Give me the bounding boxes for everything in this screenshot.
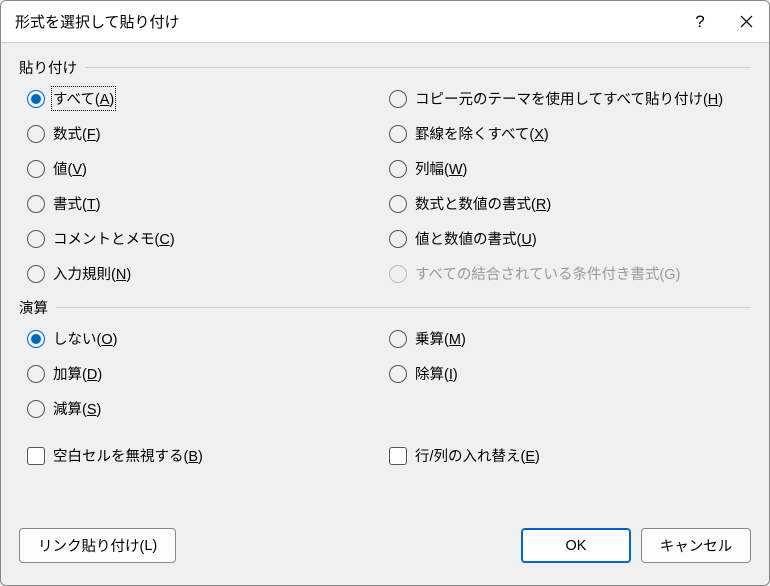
checkbox-icon xyxy=(27,447,45,465)
radio-label: 数式と数値の書式(R) xyxy=(415,193,551,214)
operation-options: しない(O) 加算(D) 減算(S) 乗算(M) 除算(I) xyxy=(19,321,751,426)
checkbox-section: 空白セルを無視する(B) 行/列の入れ替え(E) xyxy=(19,438,751,473)
operation-radio-right-0[interactable]: 乗算(M) xyxy=(389,321,751,356)
radio-label: 除算(I) xyxy=(415,363,458,384)
radio-icon xyxy=(27,230,45,248)
operation-radio-left-0[interactable]: しない(O) xyxy=(27,321,389,356)
radio-icon xyxy=(389,365,407,383)
paste-radio-right-0[interactable]: コピー元のテーマを使用してすべて貼り付け(H) xyxy=(389,81,751,116)
checkbox-label: 行/列の入れ替え(E) xyxy=(415,445,540,466)
radio-icon xyxy=(27,125,45,143)
cancel-button[interactable]: キャンセル xyxy=(641,528,751,563)
spacer xyxy=(19,473,751,524)
paste-radio-right-2[interactable]: 列幅(W) xyxy=(389,151,751,186)
radio-label: 乗算(M) xyxy=(415,328,466,349)
radio-icon xyxy=(27,400,45,418)
help-button[interactable]: ? xyxy=(677,1,723,43)
operation-group: 演算 しない(O) 加算(D) 減算(S) 乗算(M) 除算(I) xyxy=(19,297,751,426)
radio-label: 減算(S) xyxy=(53,398,101,419)
radio-icon xyxy=(389,265,407,283)
paste-radio-right-5: すべての結合されている条件付き書式(G) xyxy=(389,256,751,291)
radio-icon xyxy=(27,330,45,348)
radio-label: 値(V) xyxy=(53,158,87,179)
radio-icon xyxy=(389,90,407,108)
checkbox-icon xyxy=(389,447,407,465)
radio-label: すべて(A) xyxy=(53,88,114,109)
transpose-checkbox[interactable]: 行/列の入れ替え(E) xyxy=(389,438,751,473)
radio-label: 値と数値の書式(U) xyxy=(415,228,537,249)
ok-button[interactable]: OK xyxy=(521,528,631,563)
group-header-operation: 演算 xyxy=(19,297,751,317)
dialog-body: 貼り付け すべて(A) 数式(F) 値(V) 書式(T) コメントとメモ(C) 入力規則(… xyxy=(1,43,769,585)
skip-blanks-checkbox[interactable]: 空白セルを無視する(B) xyxy=(27,438,389,473)
checkbox-label: 空白セルを無視する(B) xyxy=(53,445,203,466)
radio-label: 列幅(W) xyxy=(415,158,467,179)
radio-icon xyxy=(27,265,45,283)
titlebar: 形式を選択して貼り付け ? xyxy=(1,1,769,43)
paste-radio-left-0[interactable]: すべて(A) xyxy=(27,81,389,116)
radio-label: コピー元のテーマを使用してすべて貼り付け(H) xyxy=(415,88,723,109)
group-label-operation: 演算 xyxy=(19,297,56,318)
radio-icon xyxy=(389,125,407,143)
paste-special-dialog: 形式を選択して貼り付け ? 貼り付け すべて(A) 数式(F) 値(V) 書式(T) コ… xyxy=(0,0,770,586)
radio-label: 加算(D) xyxy=(53,363,102,384)
paste-link-button[interactable]: リンク貼り付け(L) xyxy=(19,528,176,563)
paste-radio-right-1[interactable]: 罫線を除くすべて(X) xyxy=(389,116,751,151)
radio-icon xyxy=(389,330,407,348)
paste-group: 貼り付け すべて(A) 数式(F) 値(V) 書式(T) コメントとメモ(C) 入力規則(… xyxy=(19,57,751,291)
paste-radio-left-3[interactable]: 書式(T) xyxy=(27,186,389,221)
operation-radio-right-1[interactable]: 除算(I) xyxy=(389,356,751,391)
paste-radio-left-5[interactable]: 入力規則(N) xyxy=(27,256,389,291)
radio-label: 数式(F) xyxy=(53,123,101,144)
operation-radio-left-2[interactable]: 減算(S) xyxy=(27,391,389,426)
group-header-paste: 貼り付け xyxy=(19,57,751,77)
divider xyxy=(19,67,751,68)
radio-label: コメントとメモ(C) xyxy=(53,228,175,249)
radio-label: 入力規則(N) xyxy=(53,263,131,284)
close-icon xyxy=(740,15,753,28)
paste-options: すべて(A) 数式(F) 値(V) 書式(T) コメントとメモ(C) 入力規則(N) コピ… xyxy=(19,81,751,291)
window-title: 形式を選択して貼り付け xyxy=(15,11,677,32)
radio-label: 罫線を除くすべて(X) xyxy=(415,123,549,144)
close-button[interactable] xyxy=(723,1,769,43)
footer: リンク貼り付け(L) OK キャンセル xyxy=(19,524,751,577)
operation-radio-left-1[interactable]: 加算(D) xyxy=(27,356,389,391)
paste-radio-left-1[interactable]: 数式(F) xyxy=(27,116,389,151)
radio-icon xyxy=(27,90,45,108)
paste-radio-right-4[interactable]: 値と数値の書式(U) xyxy=(389,221,751,256)
radio-icon xyxy=(27,195,45,213)
paste-radio-left-2[interactable]: 値(V) xyxy=(27,151,389,186)
radio-icon xyxy=(27,365,45,383)
paste-radio-left-4[interactable]: コメントとメモ(C) xyxy=(27,221,389,256)
radio-icon xyxy=(27,160,45,178)
radio-icon xyxy=(389,195,407,213)
paste-radio-right-3[interactable]: 数式と数値の書式(R) xyxy=(389,186,751,221)
divider xyxy=(19,307,751,308)
group-label-paste: 貼り付け xyxy=(19,57,85,78)
radio-label: 書式(T) xyxy=(53,193,101,214)
radio-label: しない(O) xyxy=(53,328,117,349)
radio-label: すべての結合されている条件付き書式(G) xyxy=(415,263,680,284)
radio-icon xyxy=(389,160,407,178)
radio-icon xyxy=(389,230,407,248)
